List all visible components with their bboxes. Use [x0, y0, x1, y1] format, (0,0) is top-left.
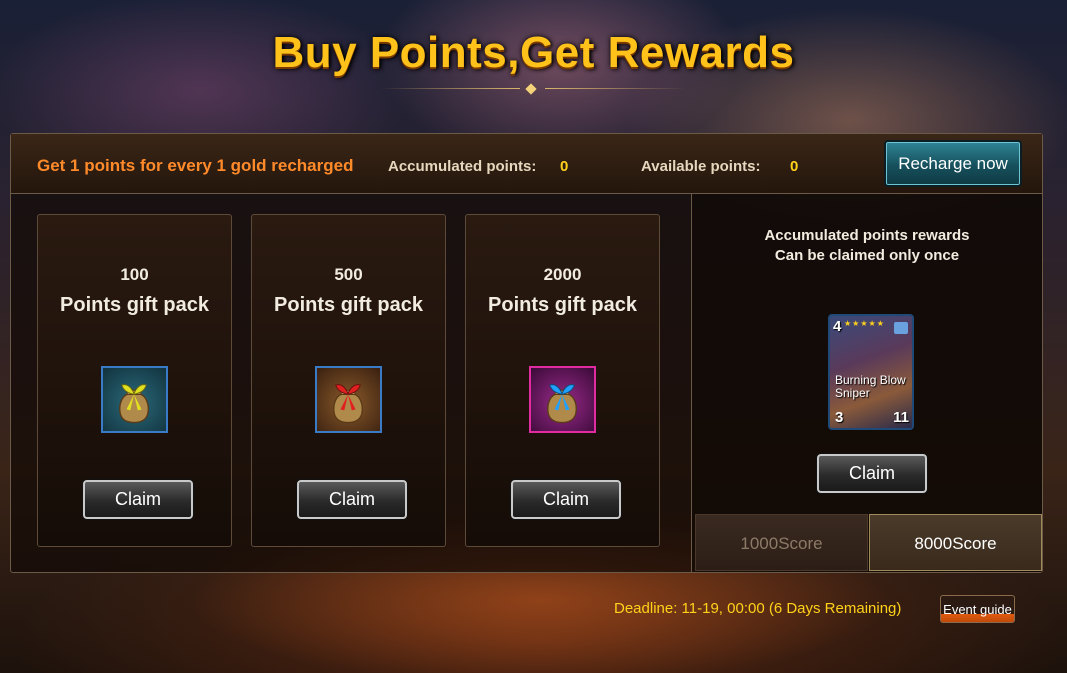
accumulated-rewards-panel: Accumulated points rewards Can be claime…	[691, 194, 1042, 572]
event-guide-button[interactable]: Event guide	[940, 595, 1015, 623]
gift-bag-icon	[101, 366, 168, 433]
reward-hero-card[interactable]: 4 ★★★★★ Burning Blow Sniper 3 11	[828, 314, 914, 430]
event-panel: Get 1 points for every 1 gold recharged …	[10, 133, 1043, 573]
gift-pack-card: 2000 Points gift pack Claim	[465, 214, 660, 547]
accumulated-points-label: Accumulated points:	[388, 158, 537, 175]
card-health: 11	[893, 409, 909, 426]
pack-points: 100	[120, 265, 149, 284]
recharge-rate-text: Get 1 points for every 1 gold recharged	[37, 156, 354, 175]
accumulated-points-value: 0	[560, 158, 569, 175]
rewards-title-line2: Can be claimed only once	[774, 247, 960, 264]
deadline-text: Deadline: 11-19, 00:00 (6 Days Remaining…	[614, 600, 902, 617]
gift-bag-icon	[315, 366, 382, 433]
recharge-now-button[interactable]: Recharge now	[884, 140, 1022, 187]
rewards-title: Accumulated points rewards Can be claime…	[692, 226, 1042, 266]
claim-button[interactable]: Claim	[297, 480, 407, 519]
pack-points: 500	[334, 265, 363, 284]
available-points-label: Available points:	[641, 158, 761, 175]
gift-bag-icon	[529, 366, 596, 433]
claim-button[interactable]: Claim	[83, 480, 193, 519]
available-points-value: 0	[790, 158, 799, 175]
pack-label: Points gift pack	[488, 294, 637, 316]
card-name: Burning Blow Sniper	[835, 373, 906, 400]
claim-button[interactable]: Claim	[511, 480, 621, 519]
card-stars: ★★★★★	[844, 319, 885, 328]
page-title: Buy Points,Get Rewards	[272, 28, 795, 77]
claim-reward-button[interactable]: Claim	[817, 454, 927, 493]
crown-icon	[894, 322, 908, 334]
pack-label: Points gift pack	[274, 294, 423, 316]
rewards-title-line1: Accumulated points rewards	[764, 227, 970, 244]
pack-label: Points gift pack	[60, 294, 209, 316]
tab-8000-score[interactable]: 8000Score	[869, 514, 1042, 571]
card-cost: 4	[833, 318, 842, 335]
gift-pack-card: 100 Points gift pack Claim	[37, 214, 232, 547]
tab-1000-score[interactable]: 1000Score	[695, 514, 868, 571]
gift-pack-card: 500 Points gift pack Claim	[251, 214, 446, 547]
pack-points: 2000	[543, 265, 582, 284]
title-ornament	[380, 83, 685, 95]
card-attack: 3	[835, 409, 844, 426]
points-bar: Get 1 points for every 1 gold recharged …	[11, 134, 1042, 194]
